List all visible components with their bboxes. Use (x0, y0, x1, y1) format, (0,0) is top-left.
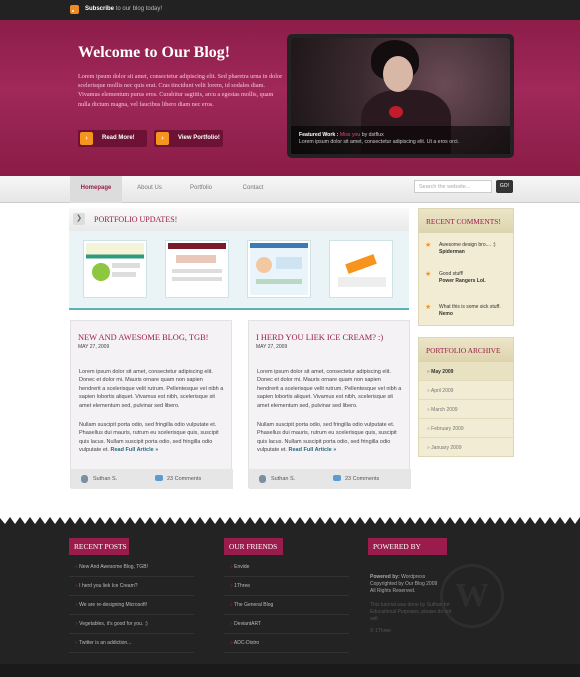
nav-about-us[interactable]: About Us (122, 176, 177, 203)
star-icon: ★ (425, 304, 432, 311)
recent-comments-title: RECENT COMMENTS! (419, 209, 513, 233)
nav-portfolio[interactable]: Portfolio (177, 176, 225, 203)
featured-caption: Featured Work : Miss you by dstflux Lore… (291, 126, 510, 154)
star-icon: ★ (425, 242, 432, 249)
nav-contact[interactable]: Contact (225, 176, 281, 203)
footer-recent-post-link[interactable]: We are re-designing Microsoft! (69, 597, 194, 615)
portfolio-archive-box: PORTFOLIO ARCHIVE May 2009 April 2009 Ma… (418, 337, 514, 457)
footer-friend-link[interactable]: DeviantART (224, 616, 349, 634)
post-body: Lorem ipsum dolor sit amet, consectetur … (257, 369, 402, 409)
comment-item[interactable]: ★ Awesome design bro.... :) Spiderman (425, 242, 515, 256)
footer-friend-link[interactable]: Envide (224, 559, 349, 577)
footer-recent-post-link[interactable]: Twitter is an addiction... (69, 635, 194, 653)
archive-item[interactable]: January 2009 (419, 438, 513, 457)
nav-homepage[interactable]: Homepage (70, 176, 122, 203)
hero-banner: Welcome to Our Blog! Lorem ipsum dolor s… (0, 20, 580, 176)
recent-comments-box: RECENT COMMENTS! ★ Awesome design bro...… (418, 208, 514, 326)
main-nav: Homepage About Us Portfolio Contact Sear… (0, 176, 580, 203)
post-date: MAY 27, 2009 (78, 344, 110, 350)
footer-friend-link[interactable]: ADC-Distro (224, 635, 349, 653)
view-portfolio-button[interactable]: › View Portfolio! (154, 130, 223, 147)
portfolio-thumb[interactable] (165, 240, 229, 298)
top-bar: Subscribe to our blog today! (0, 0, 580, 20)
arrow-right-icon: › (80, 132, 93, 145)
comment-item[interactable]: ★ Good stuff! Power Rangers Lol. (425, 271, 515, 285)
archive-item[interactable]: April 2009 (419, 381, 513, 400)
comment-icon (333, 475, 341, 481)
featured-work[interactable]: Featured Work : Miss you by dstflux Lore… (287, 34, 514, 158)
post-date: MAY 27, 2009 (256, 344, 288, 350)
our-friends-title: OUR FRIENDS (224, 538, 283, 555)
post-author[interactable]: Suthan S. (93, 476, 117, 482)
portfolio-thumb[interactable] (83, 240, 147, 298)
search-go-button[interactable]: GO! (496, 180, 513, 193)
comment-icon (155, 475, 163, 481)
blog-post: I HERD YOU LIEK ICE CREAM? :) MAY 27, 20… (248, 320, 411, 489)
user-icon (81, 475, 88, 483)
tutorial-note: This tutorial was done by Suthan for Edu… (370, 602, 452, 622)
recent-posts-title: RECENT POSTS (69, 538, 129, 555)
hero-title: Welcome to Our Blog! (78, 44, 231, 61)
rss-icon[interactable] (70, 5, 79, 14)
archive-item[interactable]: May 2009 (419, 362, 513, 381)
footer-friend-link[interactable]: 1Three (224, 578, 349, 596)
user-icon (259, 475, 266, 483)
powered-by-title: POWERED BY (368, 538, 447, 555)
portfolio-archive-title: PORTFOLIO ARCHIVE (419, 338, 513, 362)
footer-recent-post-link[interactable]: Vegetables, it's good for you. :) (69, 616, 194, 634)
portfolio-updates: ❯ PORTFOLIO UPDATES! (69, 208, 409, 310)
chevron-right-icon[interactable]: ❯ (73, 213, 85, 225)
portfolio-thumb[interactable] (247, 240, 311, 298)
archive-item[interactable]: March 2009 (419, 400, 513, 419)
footer-recent-post-link[interactable]: I herd you liek Ice Cream? (69, 578, 194, 596)
portfolio-header: ❯ PORTFOLIO UPDATES! (69, 208, 409, 231)
portfolio-thumb[interactable] (329, 240, 393, 298)
blog-post: NEW AND AWESOME BLOG, TGB! MAY 27, 2009 … (70, 320, 233, 489)
star-icon: ★ (425, 271, 432, 278)
portfolio-title: PORTFOLIO UPDATES! (94, 215, 178, 224)
read-full-article-link[interactable]: Read Full Article » (111, 447, 159, 453)
post-title[interactable]: NEW AND AWESOME BLOG, TGB! (78, 333, 208, 342)
archive-item[interactable]: February 2009 (419, 419, 513, 438)
credit-text: © 1Three (370, 628, 391, 634)
search-input[interactable]: Search the website... (414, 180, 492, 193)
post-title[interactable]: I HERD YOU LIEK ICE CREAM? :) (256, 333, 383, 342)
powered-by-text: Powered by: Wordpress Copyrighted by Our… (370, 574, 438, 594)
read-full-article-link[interactable]: Read Full Article » (289, 447, 337, 453)
post-comments[interactable]: 23 Comments (345, 476, 379, 482)
footer-friend-link[interactable]: The General Blog (224, 597, 349, 615)
post-comments[interactable]: 23 Comments (167, 476, 201, 482)
post-body: Nullam suscipit porta odio, sed fringill… (79, 422, 219, 454)
read-more-button[interactable]: › Read More! (78, 130, 147, 147)
bottom-bar (0, 664, 580, 677)
arrow-right-icon: › (156, 132, 169, 145)
subscribe-link[interactable]: Subscribe to our blog today! (85, 6, 162, 12)
footer-recent-post-link[interactable]: New And Awesome Blog, TGB! (69, 559, 194, 577)
hero-text: Lorem ipsum dolor sit amet, consectetur … (78, 73, 283, 108)
post-footer: Suthan S. 23 Comments (71, 469, 233, 489)
post-author[interactable]: Suthan S. (271, 476, 295, 482)
zigzag-divider (0, 512, 580, 524)
post-footer: Suthan S. 23 Comments (249, 469, 411, 489)
post-body: Nullam suscipit porta odio, sed fringill… (257, 422, 397, 454)
footer: RECENT POSTS New And Awesome Blog, TGB! … (0, 524, 580, 677)
post-body: Lorem ipsum dolor sit amet, consectetur … (79, 369, 224, 409)
comment-item[interactable]: ★ What this is some sick stuff. Nemo (425, 304, 515, 318)
